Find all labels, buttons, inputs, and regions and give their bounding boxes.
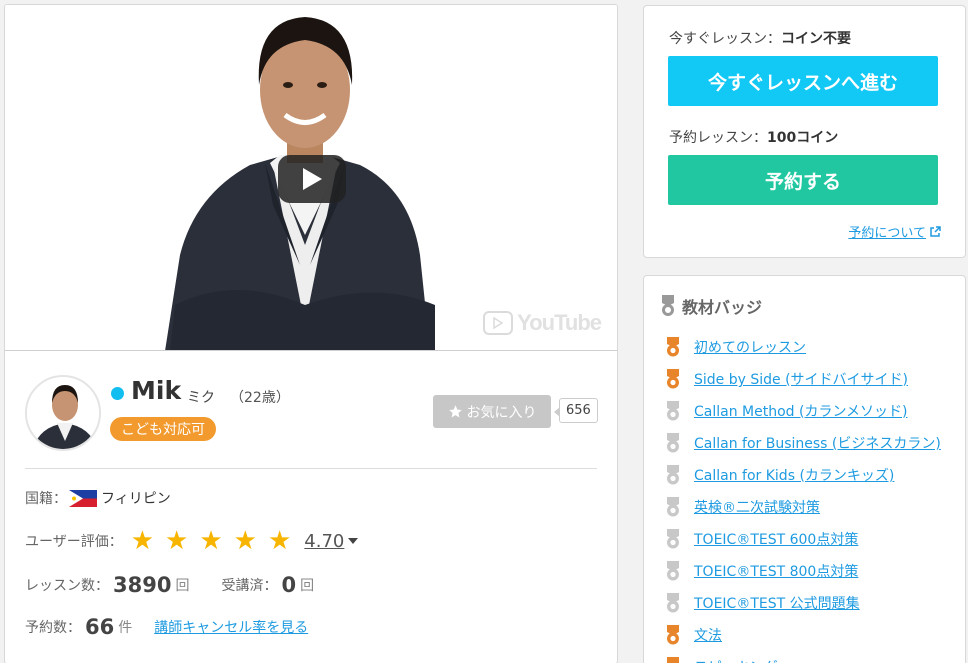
badge-medal-icon: [667, 369, 679, 389]
youtube-logo[interactable]: YouTube: [483, 310, 602, 336]
online-status-dot: [111, 387, 124, 400]
taken-unit: 回: [300, 578, 315, 594]
badge-medal-icon: [667, 593, 679, 613]
reservations-count: 66: [85, 615, 115, 639]
nationality-label: 国籍：: [25, 491, 67, 507]
reservations-unit: 件: [118, 620, 133, 636]
badge-item: Side by Side (サイドバイサイド): [666, 363, 941, 395]
play-video-button[interactable]: [278, 155, 346, 203]
badge-link[interactable]: TOEIC®TEST 800点対策: [694, 561, 858, 581]
philippines-flag-icon: [69, 489, 97, 507]
youtube-play-icon: [483, 311, 514, 335]
badge-link[interactable]: Callan for Business (ビジネスカラン): [694, 433, 941, 453]
badge-medal-icon: [667, 625, 679, 645]
badges-title: 教材バッジ: [682, 298, 763, 317]
teacher-profile-card: YouTube Mik ミク （22歳） こども対応可 お気に入り 656 国籍…: [4, 4, 618, 663]
reserve-lesson-label-text: 予約レッスン：: [669, 130, 767, 146]
badge-link[interactable]: スピーキング: [694, 657, 778, 663]
about-reservation-link[interactable]: 予約について: [848, 222, 941, 241]
badge-item: TOEIC®TEST 公式問題集: [666, 587, 941, 619]
taken-count: 0: [281, 573, 297, 597]
badge-medal-icon: [667, 433, 679, 453]
rating-star-icon: ★: [199, 526, 223, 556]
teacher-name-kana: ミク: [187, 390, 215, 406]
badge-medal-icon: [667, 401, 679, 421]
play-icon: [303, 168, 322, 190]
instant-lesson-label: 今すぐレッスン：コイン不要: [669, 28, 851, 48]
badge-link[interactable]: 英検®二次試験対策: [694, 497, 820, 517]
badge-item: Callan Method (カランメソッド): [666, 395, 941, 427]
reserve-button[interactable]: 予約する: [668, 155, 938, 205]
badge-item: スピーキング: [666, 651, 941, 663]
badge-link[interactable]: 初めてのレッスン: [694, 337, 806, 357]
reserve-lesson-label: 予約レッスン：100コイン: [669, 127, 838, 147]
teacher-avatar: [25, 375, 101, 451]
reserve-lesson-cost: 100コイン: [767, 130, 839, 146]
badge-link[interactable]: Callan Method (カランメソッド): [694, 401, 908, 421]
lessons-unit: 回: [175, 578, 190, 594]
badge-medal-icon: [667, 561, 679, 581]
cancel-rate-link[interactable]: 講師キャンセル率を見る: [154, 617, 308, 637]
reservations-label: 予約数：: [25, 620, 81, 636]
badge-link[interactable]: 文法: [694, 625, 722, 645]
lessons-count: 3890: [113, 573, 172, 597]
badge-item: Callan for Kids (カランキッズ): [666, 459, 941, 491]
external-link-icon: [930, 225, 941, 237]
teacher-name: Mik: [131, 376, 182, 405]
kids-support-badge: こども対応可: [110, 417, 216, 441]
lessons-row: レッスン数： 3890 回 受講済： 0 回: [25, 573, 314, 597]
lesson-booking-card: 今すぐレッスン：コイン不要 今すぐレッスンへ進む 予約レッスン：100コイン 予…: [643, 5, 966, 258]
favorite-count: 656: [554, 398, 598, 423]
badge-item: 英検®二次試験対策: [666, 491, 941, 523]
favorite-label: お気に入り: [466, 404, 537, 421]
intro-video[interactable]: YouTube: [5, 5, 617, 351]
instant-lesson-cost: コイン不要: [781, 31, 851, 47]
caret-down-icon[interactable]: [347, 537, 359, 545]
profile-header: Mik ミク （22歳） こども対応可 お気に入り 656: [25, 351, 598, 469]
badge-medal-icon: [667, 529, 679, 549]
badge-medal-icon: [667, 657, 679, 663]
rating-star-icon: ★: [267, 526, 292, 556]
rating-value-link[interactable]: 4.70: [304, 531, 344, 552]
badge-item: TOEIC®TEST 800点対策: [666, 555, 941, 587]
lessons-label: レッスン数：: [25, 578, 109, 594]
badge-link[interactable]: Side by Side (サイドバイサイド): [694, 369, 908, 389]
badge-item: 初めてのレッスン: [666, 331, 941, 363]
badge-medal-icon: [667, 497, 679, 517]
medal-icon: [662, 295, 674, 316]
youtube-wordmark: YouTube: [517, 310, 602, 335]
taken-label: 受講済：: [221, 578, 278, 594]
badge-link[interactable]: TOEIC®TEST 600点対策: [694, 529, 858, 549]
badge-item: TOEIC®TEST 600点対策: [666, 523, 941, 555]
material-badges-card: 教材バッジ 初めてのレッスン Side by Side (サイドバイサイド) Cal…: [643, 275, 966, 663]
profile-section: Mik ミク （22歳） こども対応可 お気に入り 656: [5, 351, 617, 469]
about-reservation-label: 予約について: [848, 226, 926, 241]
rating-star-icon: ★: [233, 526, 257, 556]
badge-item: 文法: [666, 619, 941, 651]
rating-label: ユーザー評価：: [25, 534, 123, 550]
badge-link[interactable]: TOEIC®TEST 公式問題集: [694, 593, 860, 613]
nationality-row: 国籍： フィリピン: [25, 488, 171, 508]
instant-lesson-label-text: 今すぐレッスン：: [669, 31, 781, 47]
badge-item: Callan for Business (ビジネスカラン): [666, 427, 941, 459]
rating-star-icon: ★: [130, 526, 155, 556]
favorite-button[interactable]: お気に入り: [433, 395, 551, 428]
reservations-row: 予約数： 66 件 講師キャンセル率を見る: [25, 615, 308, 639]
badges-header: 教材バッジ: [660, 294, 762, 318]
nationality-value: フィリピン: [101, 491, 171, 507]
badge-list: 初めてのレッスン Side by Side (サイドバイサイド) Callan Me…: [666, 331, 941, 663]
badge-medal-icon: [667, 337, 679, 357]
rating-star-icon: ★: [165, 526, 189, 556]
rating-row: ユーザー評価： ★ ★ ★ ★ ★ 4.70: [25, 528, 359, 554]
instant-lesson-button[interactable]: 今すぐレッスンへ進む: [668, 56, 938, 106]
teacher-age: （22歳）: [230, 390, 290, 406]
badge-medal-icon: [667, 465, 679, 485]
star-icon: [448, 405, 462, 418]
badge-link[interactable]: Callan for Kids (カランキッズ): [694, 465, 894, 485]
